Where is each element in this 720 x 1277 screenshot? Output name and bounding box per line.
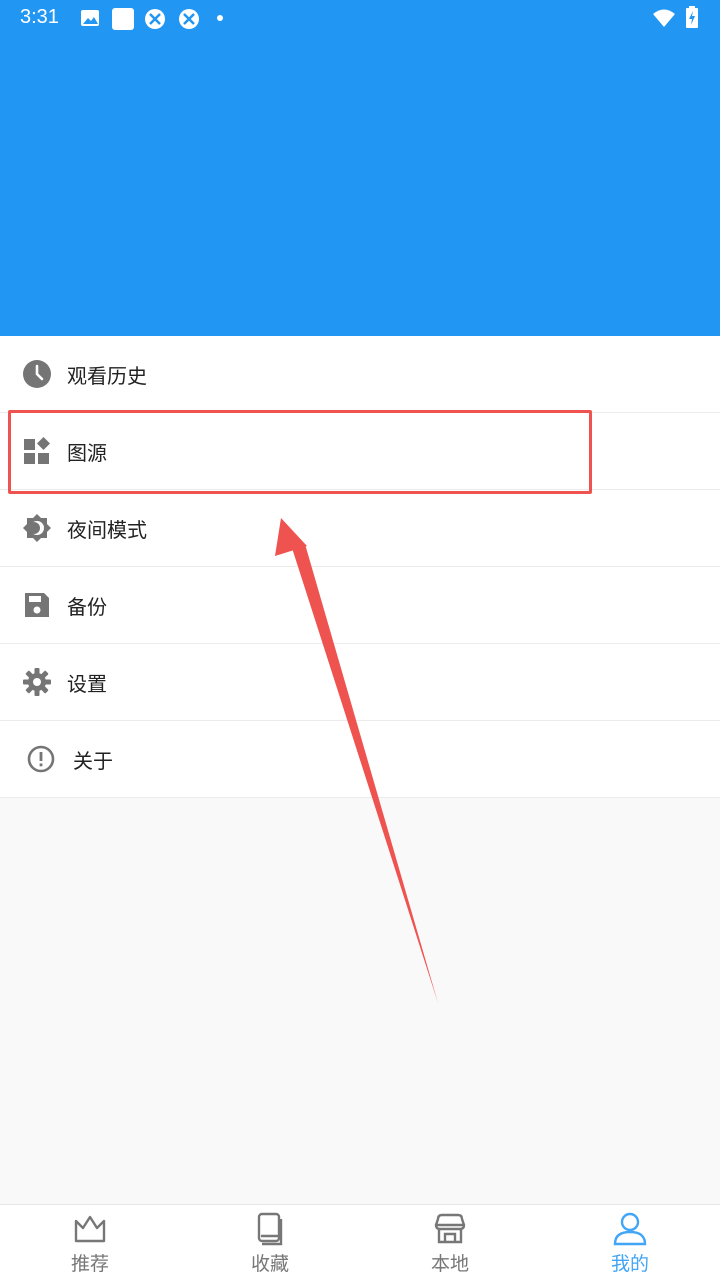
profile-header bbox=[0, 36, 720, 336]
app-notification-icon-2 bbox=[179, 9, 199, 29]
nav-tab-recommend[interactable]: 推荐 bbox=[0, 1205, 180, 1277]
menu-item-settings[interactable]: 设置 bbox=[0, 644, 720, 721]
menu-item-label: 夜间模式 bbox=[67, 518, 147, 542]
clock-icon bbox=[23, 360, 51, 388]
bottom-nav: 推荐 收藏 本地 我的 bbox=[0, 1204, 720, 1277]
dot-icon bbox=[217, 15, 223, 21]
save-icon bbox=[25, 593, 49, 617]
menu-list: 观看历史 图源 夜间模式 备份 设置 关于 bbox=[0, 336, 720, 798]
gear-icon bbox=[23, 668, 51, 696]
book-icon bbox=[257, 1212, 283, 1246]
app-notification-icon bbox=[145, 9, 165, 29]
image-notification-icon bbox=[81, 10, 99, 26]
wifi-icon bbox=[653, 9, 675, 27]
battery-icon bbox=[686, 6, 698, 28]
person-icon bbox=[613, 1212, 647, 1246]
nav-tab-local[interactable]: 本地 bbox=[360, 1205, 540, 1277]
nav-tab-favorites[interactable]: 收藏 bbox=[180, 1205, 360, 1277]
crown-icon bbox=[74, 1215, 106, 1243]
menu-item-history[interactable]: 观看历史 bbox=[0, 336, 720, 413]
menu-item-label: 图源 bbox=[67, 441, 107, 465]
store-icon bbox=[434, 1213, 466, 1244]
menu-item-label: 设置 bbox=[67, 672, 107, 696]
nav-label: 本地 bbox=[430, 1253, 469, 1275]
menu-item-night-mode[interactable]: 夜间模式 bbox=[0, 490, 720, 567]
menu-item-backup[interactable]: 备份 bbox=[0, 567, 720, 644]
nav-label: 收藏 bbox=[250, 1253, 289, 1275]
status-time: 3:31 bbox=[20, 6, 59, 28]
night-mode-icon bbox=[23, 514, 51, 542]
menu-item-sources[interactable]: 图源 bbox=[0, 413, 720, 490]
menu-item-about[interactable]: 关于 bbox=[0, 721, 720, 798]
status-bar: 3:31 bbox=[0, 0, 720, 36]
menu-item-label: 观看历史 bbox=[67, 364, 147, 388]
nav-tab-mine[interactable]: 我的 bbox=[540, 1205, 720, 1277]
widgets-icon bbox=[24, 437, 50, 464]
nav-label: 我的 bbox=[610, 1253, 649, 1275]
menu-item-label: 备份 bbox=[67, 595, 107, 619]
nav-label: 推荐 bbox=[70, 1253, 109, 1275]
square-notification-icon bbox=[112, 8, 134, 30]
info-alert-icon bbox=[27, 745, 55, 773]
menu-item-label: 关于 bbox=[73, 749, 113, 773]
